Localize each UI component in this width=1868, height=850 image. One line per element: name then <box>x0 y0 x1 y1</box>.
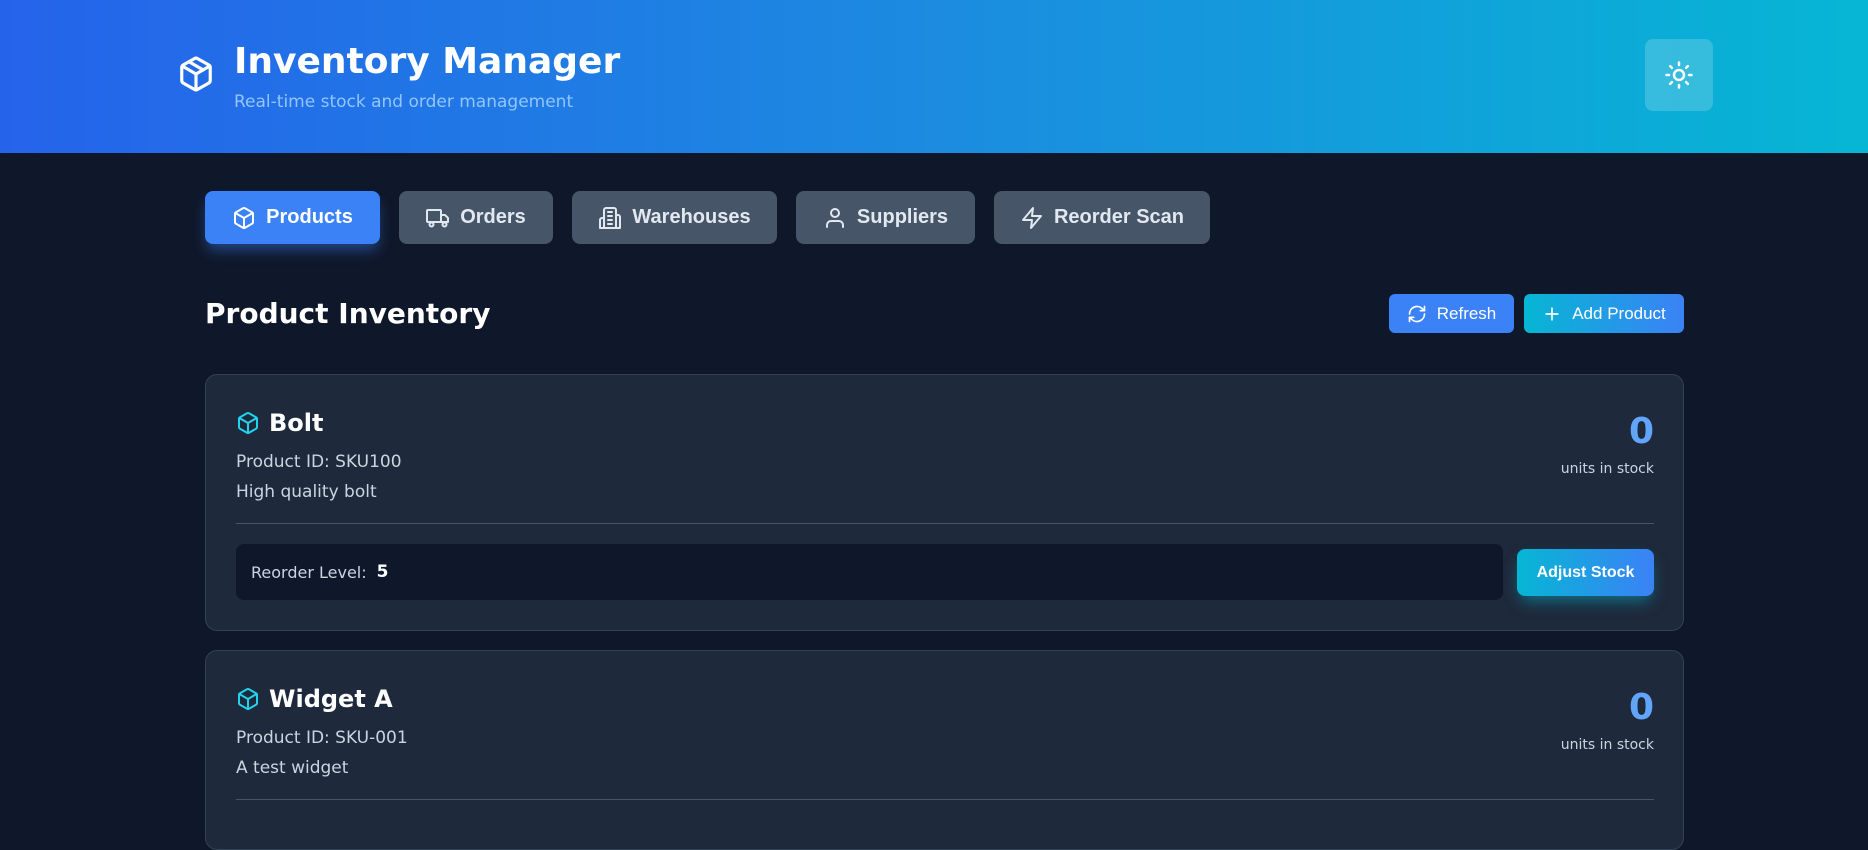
app-subtitle: Real-time stock and order management <box>234 92 574 112</box>
stock-label: units in stock <box>1560 461 1654 477</box>
tab-label: Reorder Scan <box>1053 206 1185 228</box>
refresh-button[interactable]: Refresh <box>1389 294 1514 333</box>
page-title: Product Inventory <box>205 297 491 330</box>
tab-suppliers[interactable]: Suppliers <box>796 191 975 244</box>
product-card: Widget A Product ID: SKU-001 A test widg… <box>205 650 1684 850</box>
stock-count: 0 <box>1628 411 1654 452</box>
refresh-icon <box>1408 305 1426 322</box>
sun-icon <box>1665 61 1693 89</box>
product-description: A test widget <box>236 758 349 778</box>
product-description: High quality bolt <box>236 482 377 502</box>
product-id: Product ID: SKU100 <box>236 452 402 472</box>
package-icon <box>238 688 258 711</box>
tab-products[interactable]: Products <box>205 191 380 244</box>
user-icon <box>825 207 844 228</box>
tab-orders[interactable]: Orders <box>399 191 553 244</box>
product-name: Widget A <box>269 685 393 713</box>
package-icon <box>238 412 258 435</box>
stock-count: 0 <box>1628 687 1654 728</box>
reorder-level-box: Reorder Level: 5 <box>236 544 1503 600</box>
product-id: Product ID: SKU-001 <box>236 728 408 748</box>
tab-warehouses[interactable]: Warehouses <box>572 191 777 244</box>
tab-label: Warehouses <box>632 206 751 228</box>
product-card: Bolt Product ID: SKU100 High quality bol… <box>205 374 1684 631</box>
stock-label: units in stock <box>1560 737 1654 753</box>
truck-icon <box>426 208 450 227</box>
app-title: Inventory Manager <box>234 41 621 82</box>
zap-icon <box>1021 206 1042 229</box>
package-icon <box>180 56 212 92</box>
add-product-button[interactable]: Add Product <box>1524 294 1684 333</box>
theme-toggle-button[interactable] <box>1645 39 1713 111</box>
tab-label: Suppliers <box>856 206 949 228</box>
refresh-label: Refresh <box>1436 303 1497 323</box>
card-divider <box>236 799 1654 800</box>
tab-label: Orders <box>460 206 526 228</box>
tab-reorder-scan[interactable]: Reorder Scan <box>994 191 1210 244</box>
reorder-level-value: 5 <box>376 562 389 582</box>
building-icon <box>599 206 622 229</box>
adjust-stock-button[interactable]: Adjust Stock <box>1517 549 1654 596</box>
tab-label: Products <box>266 206 353 228</box>
plus-icon <box>1545 306 1559 321</box>
card-divider <box>236 523 1654 524</box>
reorder-level-label: Reorder Level: <box>251 562 367 582</box>
app-header: Inventory Manager Real-time stock and or… <box>0 0 1868 153</box>
add-product-label: Add Product <box>1572 303 1666 323</box>
package-icon <box>234 206 255 229</box>
product-name: Bolt <box>269 409 324 437</box>
